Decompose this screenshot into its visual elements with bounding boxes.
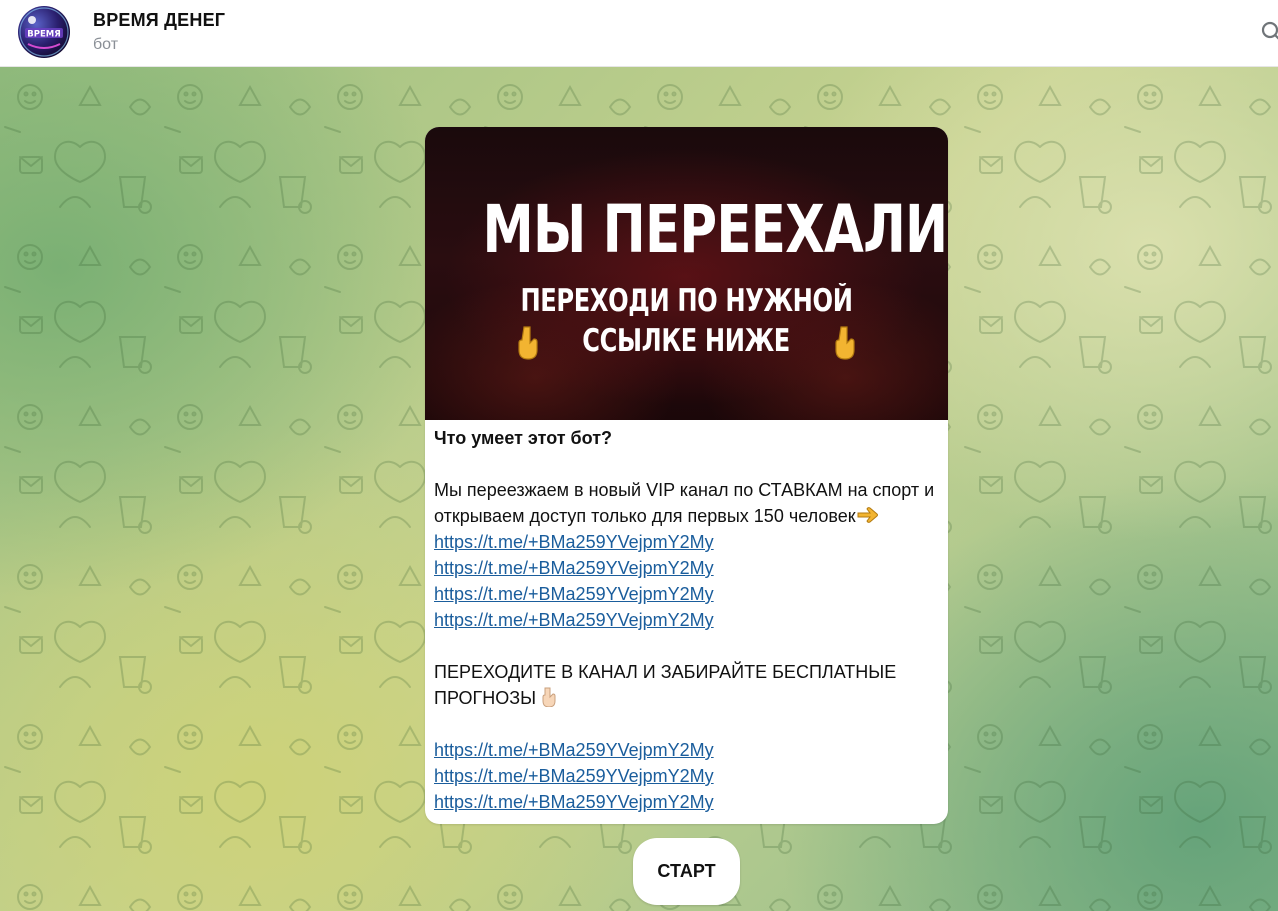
message-paragraph-1: Мы переезжаем в новый VIP канал по СТАВК…: [434, 477, 939, 555]
point-down-hand-icon: [518, 325, 538, 360]
banner-subline-1: ПЕРЕХОДИ ПО НУЖНОЙ: [520, 283, 853, 319]
search-button[interactable]: [1258, 18, 1278, 46]
point-down-hand-icon: [835, 325, 855, 360]
bot-avatar[interactable]: ВРЕМЯ: [18, 6, 70, 58]
chat-header: ВРЕМЯ ВРЕМЯ ДЕНЕГ бот: [0, 0, 1278, 67]
channel-link[interactable]: https://t.me/+BMa259YVejpmY2My: [434, 610, 714, 630]
avatar-logo-icon: ВРЕМЯ: [19, 7, 69, 57]
message-text: Что умеет этот бот? Мы переезжаем в новы…: [434, 425, 939, 815]
start-button[interactable]: СТАРТ: [633, 838, 740, 905]
search-icon: [1261, 21, 1278, 40]
banner-subline-2-text: ССЫЛКЕ НИЖЕ: [582, 323, 791, 359]
channel-link[interactable]: https://t.me/+BMa259YVejpmY2My: [434, 792, 714, 812]
message-paragraph-2: ПЕРЕХОДИТЕ В КАНАЛ И ЗАБИРАЙТЕ БЕСПЛАТНЫ…: [434, 659, 939, 711]
chat-subtitle: бот: [93, 36, 119, 53]
point-right-emoji: [857, 507, 878, 523]
paragraph-2-text: ПЕРЕХОДИТЕ В КАНАЛ И ЗАБИРАЙТЕ БЕСПЛАТНЫ…: [434, 662, 897, 708]
avatar-logo-text: ВРЕМЯ: [27, 30, 61, 40]
banner-headline: МЫ ПЕРЕЕХАЛИ: [482, 191, 948, 268]
channel-link[interactable]: https://t.me/+BMa259YVejpmY2My: [434, 740, 714, 760]
bot-intro-message: МЫ ПЕРЕЕХАЛИ ПЕРЕХОДИ ПО НУЖНОЙ ССЫЛКЕ Н…: [425, 127, 948, 824]
chat-title: ВРЕМЯ ДЕНЕГ: [93, 10, 226, 30]
channel-link[interactable]: https://t.me/+BMa259YVejpmY2My: [434, 584, 714, 604]
point-down-emoji: [542, 687, 556, 707]
channel-link[interactable]: https://t.me/+BMa259YVejpmY2My: [434, 558, 714, 578]
channel-link[interactable]: https://t.me/+BMa259YVejpmY2My: [434, 532, 714, 552]
channel-link[interactable]: https://t.me/+BMa259YVejpmY2My: [434, 766, 714, 786]
message-banner-image: МЫ ПЕРЕЕХАЛИ ПЕРЕХОДИ ПО НУЖНОЙ ССЫЛКЕ Н…: [425, 127, 948, 420]
banner-subline-2: ССЫЛКЕ НИЖЕ: [425, 323, 948, 361]
bot-description-title: Что умеет этот бот?: [434, 428, 613, 448]
